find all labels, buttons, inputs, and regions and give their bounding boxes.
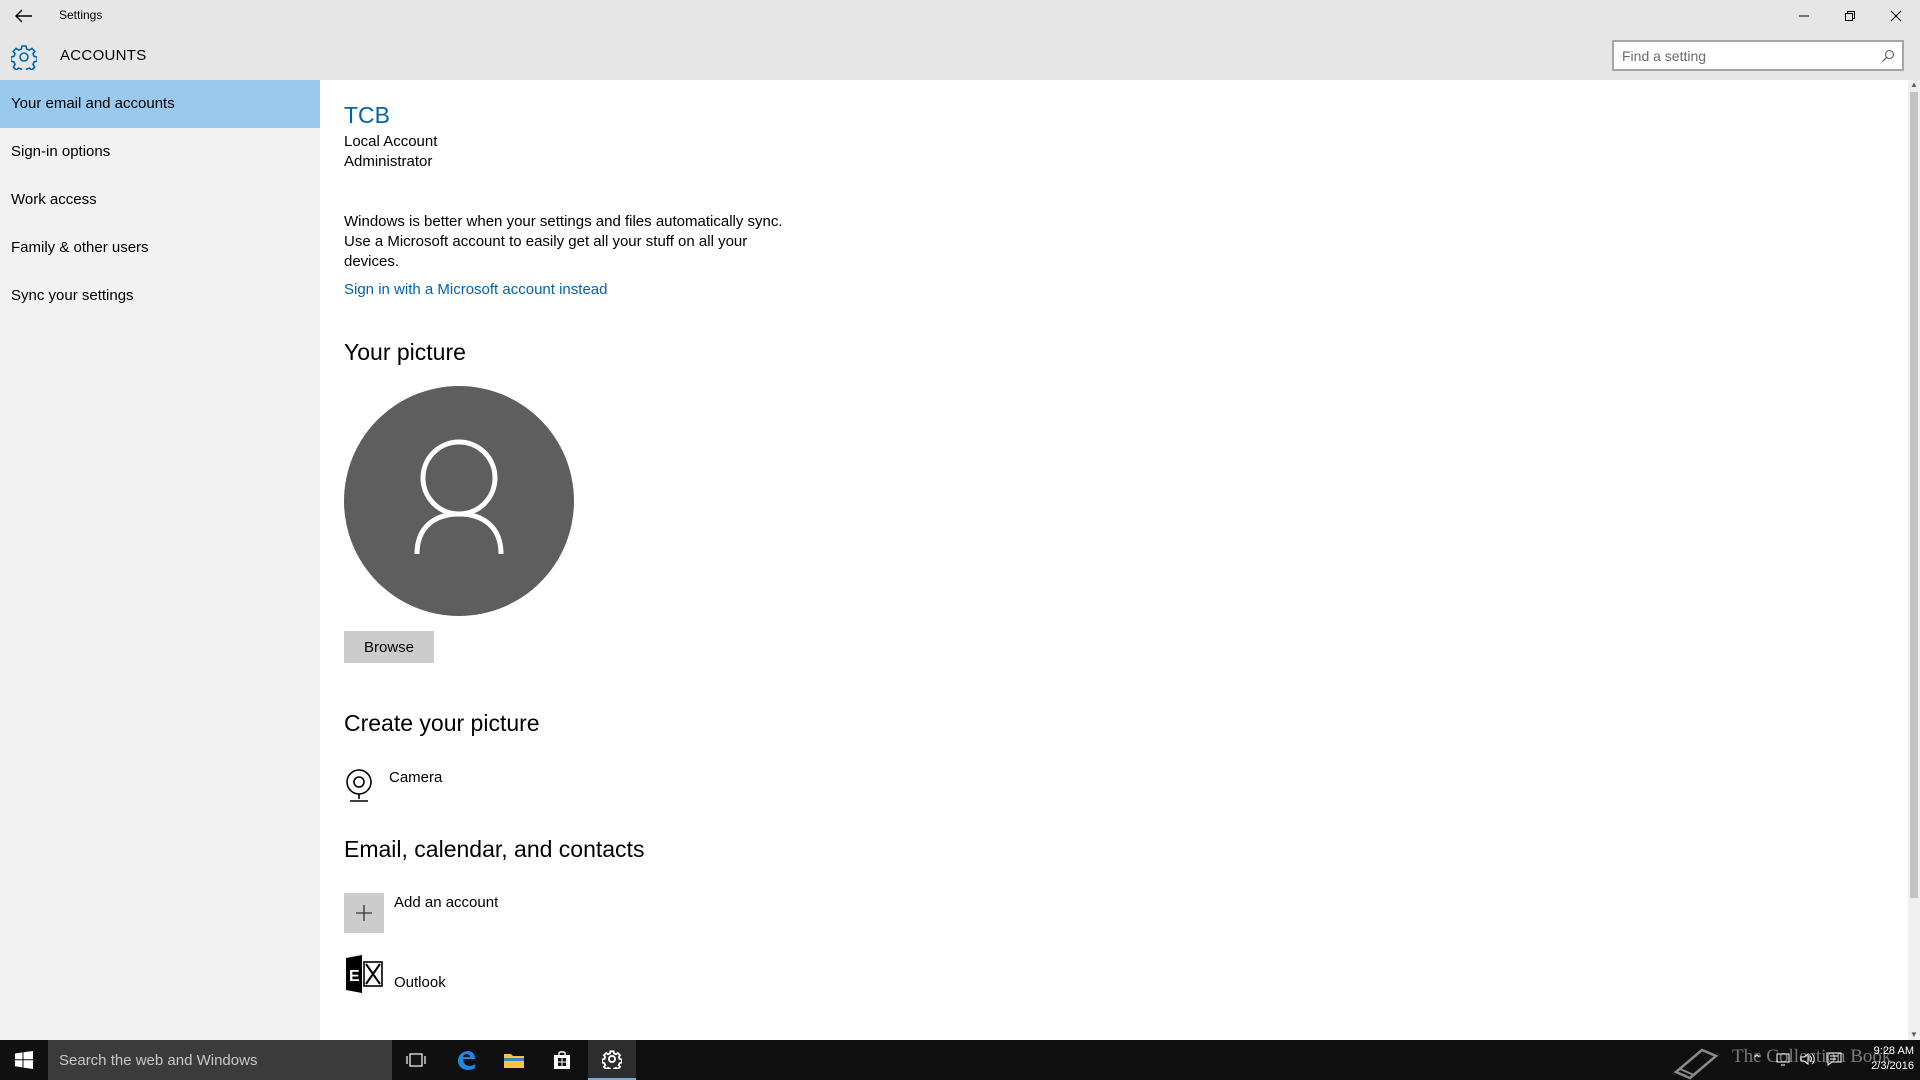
- sidebar-item-signin-options[interactable]: Sign-in options: [0, 128, 320, 176]
- taskbar-search-box[interactable]: Search the web and Windows: [48, 1040, 392, 1080]
- window-title: Settings: [59, 8, 103, 22]
- scrollbar[interactable]: ▲ ▼: [1908, 80, 1920, 1040]
- settings-taskbar-button[interactable]: [588, 1040, 636, 1080]
- file-explorer-button[interactable]: [490, 1040, 538, 1080]
- your-picture-heading: Your picture: [344, 339, 466, 365]
- search-input[interactable]: [1622, 46, 1862, 66]
- find-setting-search[interactable]: [1612, 40, 1904, 71]
- title-bar: Settings: [0, 0, 1920, 31]
- sidebar-item-sync-settings[interactable]: Sync your settings: [0, 272, 320, 320]
- task-view-icon: [406, 1053, 426, 1067]
- action-center-icon[interactable]: [1826, 1052, 1842, 1068]
- signin-microsoft-link[interactable]: Sign in with a Microsoft account instead: [344, 281, 607, 298]
- outlook-label[interactable]: Outlook: [394, 974, 446, 991]
- camera-button[interactable]: [344, 768, 374, 804]
- task-view-button[interactable]: [392, 1040, 440, 1080]
- browse-button[interactable]: Browse: [344, 631, 434, 663]
- settings-gear-icon: [602, 1050, 622, 1069]
- start-button[interactable]: [0, 1040, 48, 1080]
- outlook-account[interactable]: E: [344, 954, 384, 994]
- account-type: Local Account: [344, 133, 438, 150]
- volume-icon[interactable]: [1800, 1052, 1816, 1068]
- create-picture-heading: Create your picture: [344, 710, 540, 736]
- sidebar: Your email and accounts Sign-in options …: [0, 80, 320, 1040]
- close-button[interactable]: [1873, 0, 1919, 31]
- avatar: [344, 386, 574, 616]
- sync-message: Windows is better when your settings and…: [344, 213, 783, 270]
- back-arrow-icon: [15, 9, 32, 23]
- back-button[interactable]: [12, 5, 36, 27]
- main-content: TCB Local Account Administrator Windows …: [320, 80, 1908, 1040]
- show-hidden-icons-icon[interactable]: ⌃: [1752, 1052, 1762, 1068]
- exchange-icon: E: [346, 955, 383, 993]
- sidebar-item-work-access[interactable]: Work access: [0, 176, 320, 224]
- taskbar: Search the web and Windows The Collectio…: [0, 1040, 1920, 1080]
- email-section-heading: Email, calendar, and contacts: [344, 836, 645, 862]
- restore-icon: [1845, 10, 1855, 21]
- edge-button[interactable]: [442, 1040, 490, 1080]
- book-logo-icon: [1673, 1048, 1719, 1080]
- taskbar-clock[interactable]: 9:28 AM 2/3/2016: [1856, 1044, 1914, 1074]
- store-icon: [554, 1051, 570, 1069]
- user-silhouette-icon: [414, 439, 504, 555]
- add-account-label[interactable]: Add an account: [394, 894, 498, 911]
- gear-icon: [11, 45, 37, 70]
- store-button[interactable]: [538, 1040, 586, 1080]
- scroll-down-icon[interactable]: ▼: [1908, 1030, 1920, 1040]
- camera-label[interactable]: Camera: [389, 769, 442, 786]
- minimize-button[interactable]: [1781, 0, 1827, 31]
- close-icon: [1890, 10, 1902, 21]
- windows-logo-icon: [15, 1051, 33, 1069]
- scroll-up-icon[interactable]: ▲: [1908, 80, 1920, 90]
- taskbar-search-placeholder[interactable]: Search the web and Windows: [59, 1052, 257, 1069]
- clock-time: 9:28 AM: [1873, 1045, 1914, 1057]
- plus-icon: [356, 905, 372, 921]
- svg-text:E: E: [349, 968, 360, 985]
- network-icon[interactable]: [1776, 1052, 1792, 1068]
- sidebar-item-email-accounts[interactable]: Your email and accounts: [0, 80, 320, 128]
- account-role: Administrator: [344, 153, 433, 170]
- search-icon[interactable]: [1880, 48, 1896, 64]
- clock-date: 2/3/2016: [1871, 1060, 1914, 1072]
- restore-button[interactable]: [1827, 0, 1873, 31]
- camera-icon: [346, 769, 372, 802]
- minimize-icon: [1799, 15, 1809, 16]
- app-header: ACCOUNTS: [0, 31, 1920, 80]
- scrollbar-thumb[interactable]: [1910, 92, 1918, 898]
- sidebar-item-family-users[interactable]: Family & other users: [0, 224, 320, 272]
- add-account-button[interactable]: [344, 893, 384, 933]
- edge-icon: [458, 1051, 475, 1070]
- page-title: ACCOUNTS: [60, 47, 147, 64]
- folder-icon: [504, 1054, 524, 1068]
- account-name: TCB: [344, 102, 390, 128]
